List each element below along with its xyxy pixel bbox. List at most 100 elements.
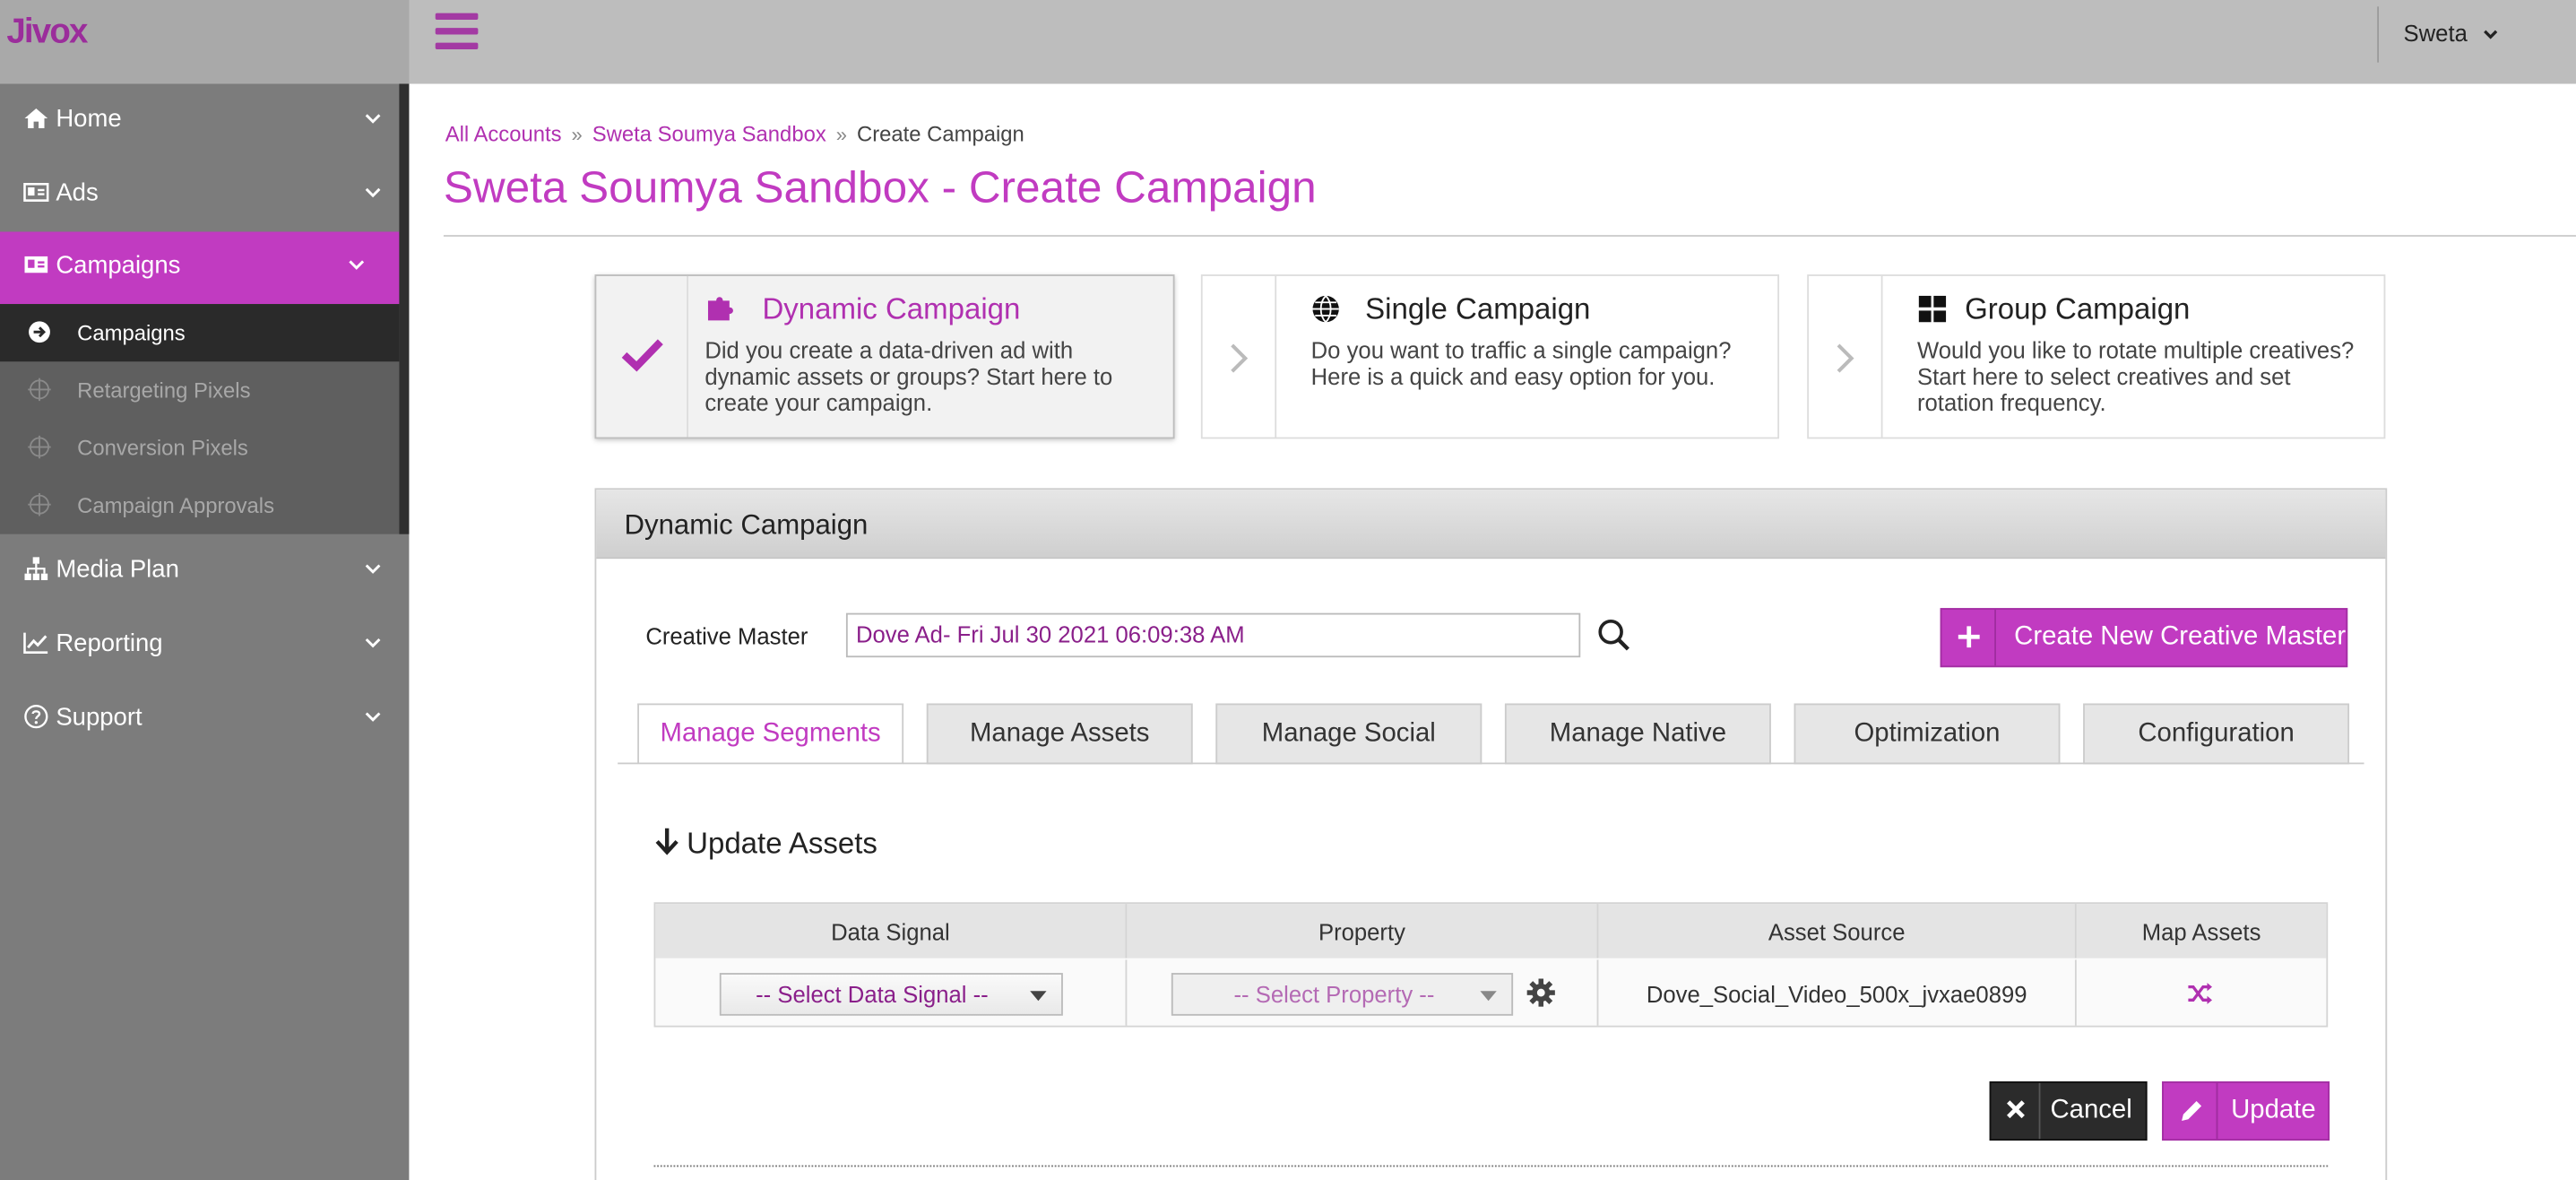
search-icon[interactable] (1597, 618, 1631, 652)
globe-icon (1312, 295, 1339, 323)
button-label: Create New Creative Master (2014, 622, 2347, 651)
tab-manage-segments[interactable]: Manage Segments (637, 703, 904, 765)
sidebar-item-label: Reporting (56, 629, 163, 658)
table-cell: -- Select Property -- (1127, 959, 1599, 1026)
caret-down-icon (1030, 991, 1047, 1002)
id-card-icon (23, 183, 49, 202)
card-dynamic-campaign[interactable]: Dynamic Campaign Did you create a data-d… (594, 274, 1175, 439)
tab-optimization[interactable]: Optimization (1794, 703, 2061, 765)
caret-down-icon (1480, 991, 1497, 1002)
sidebar-item-support[interactable]: Support (0, 683, 409, 756)
submenu-item-campaigns[interactable]: Campaigns (0, 304, 400, 362)
sidebar-item-home[interactable]: Home (0, 85, 409, 158)
update-button[interactable]: Update (2162, 1081, 2330, 1141)
column-header: Data Signal (655, 904, 1128, 959)
sidebar-item-ads[interactable]: Ads (0, 160, 409, 232)
sidebar-item-campaigns[interactable]: Campaigns (0, 231, 400, 305)
chevron-right-icon (1837, 343, 1854, 373)
grid-icon (1918, 295, 1947, 323)
card-title: Single Campaign (1365, 292, 1591, 325)
shuffle-icon[interactable] (2187, 981, 2215, 1005)
card-description: Would you like to rotate multiple creati… (1916, 336, 2355, 416)
breadcrumb-separator: » (835, 123, 848, 147)
chevron-down-icon (365, 712, 381, 722)
campaigns-submenu: Campaigns Retargeting Pixels Conversion … (0, 304, 400, 534)
tab-manage-assets[interactable]: Manage Assets (926, 703, 1193, 765)
breadcrumb: All Accounts » Sweta Soumya Sandbox » Create… (445, 122, 1024, 146)
user-menu[interactable]: Sweta (2404, 20, 2468, 46)
tab-underline (618, 762, 2364, 765)
chevron-down-icon (349, 260, 365, 270)
chevron-down-icon[interactable] (2483, 26, 2499, 42)
tab-manage-social[interactable]: Manage Social (1215, 703, 1482, 765)
card-group-campaign[interactable]: Group Campaign Would you like to rotate … (1807, 274, 2386, 439)
card-selector (1203, 275, 1277, 438)
submenu-item-conversion-pixels[interactable]: Conversion Pixels (0, 419, 399, 476)
card-title: Group Campaign (1965, 292, 2191, 325)
tab-manage-native[interactable]: Manage Native (1504, 703, 1771, 765)
submenu-item-retargeting-pixels[interactable]: Retargeting Pixels (0, 361, 399, 419)
card-description: Did you create a data-driven ad with dyn… (705, 336, 1113, 416)
table-cell: -- Select Data Signal -- (655, 959, 1128, 1026)
submenu-item-label: Campaign Approvals (77, 492, 275, 518)
dotted-divider (653, 1165, 2329, 1167)
assets-table: Data Signal Property Asset Source Map As… (653, 902, 2329, 1028)
submenu-item-label: Conversion Pixels (77, 435, 248, 461)
breadcrumb-all-accounts[interactable]: All Accounts (445, 122, 562, 146)
chevron-right-icon (1231, 343, 1249, 373)
cancel-button[interactable]: Cancel (1989, 1081, 2148, 1141)
sidebar-item-label: Media Plan (56, 555, 179, 584)
submenu-item-label: Retargeting Pixels (77, 377, 251, 403)
sidebar-scrollbar[interactable] (399, 83, 410, 534)
page-title: Sweta Soumya Sandbox - Create Campaign (443, 162, 1317, 213)
section-title[interactable]: Update Assets (687, 827, 877, 861)
crosshair-icon (28, 492, 51, 516)
creative-master-label: Creative Master (645, 622, 808, 649)
chevron-down-icon (365, 187, 381, 198)
sidebar-item-label: Campaigns (56, 251, 181, 280)
panel-title: Dynamic Campaign (624, 509, 869, 542)
sitemap-icon (24, 557, 48, 581)
table-cell (2077, 959, 2327, 1025)
jivox-logo[interactable]: Jivox (6, 13, 88, 53)
card-description: Do you want to traffic a single campaign… (1310, 336, 1732, 390)
sidebar-item-reporting[interactable]: Reporting (0, 610, 409, 682)
sidebar-item-label: Support (56, 703, 143, 732)
checkmark-icon (621, 339, 663, 372)
divider (443, 235, 2576, 237)
property-select[interactable]: -- Select Property -- (1171, 973, 1514, 1016)
card-selector (1809, 275, 1883, 438)
table-cell-asset-source: Dove_Social_Video_500x_jvxae0899 (1598, 959, 2077, 1026)
creative-master-input[interactable]: Dove Ad- Fri Jul 30 2021 06:09:38 AM (845, 612, 1581, 658)
question-circle-icon (24, 705, 48, 729)
top-bar: Sweta (409, 0, 2576, 84)
submenu-item-label: Campaigns (77, 320, 186, 345)
panel-header: Dynamic Campaign (596, 490, 2386, 560)
select-value: -- Select Property -- (1233, 981, 1435, 1008)
card-title: Dynamic Campaign (762, 292, 1021, 325)
hamburger-menu-icon[interactable] (435, 13, 479, 56)
create-new-creative-master-button[interactable]: Create New Creative Master (1940, 608, 2348, 668)
gear-icon[interactable] (1526, 978, 1556, 1008)
line-chart-icon (23, 632, 48, 654)
button-label: Update (2231, 1096, 2316, 1124)
button-label: Cancel (2050, 1096, 2132, 1124)
data-signal-select[interactable]: -- Select Data Signal -- (719, 973, 1063, 1016)
puzzle-icon (707, 297, 733, 321)
chevron-down-icon (365, 638, 381, 648)
chevron-down-icon (365, 564, 381, 574)
column-header: Map Assets (2076, 904, 2327, 959)
arrow-down-icon[interactable] (653, 827, 679, 856)
plus-icon (1941, 610, 1996, 666)
card-selector (596, 275, 688, 438)
card-single-campaign[interactable]: Single Campaign Do you want to traffic a… (1200, 274, 1780, 439)
sidebar-item-media-plan[interactable]: Media Plan (0, 536, 409, 609)
divider (2377, 6, 2380, 63)
close-icon (1991, 1082, 2041, 1140)
dynamic-campaign-panel: Dynamic Campaign Creative Master Dove Ad… (594, 488, 2388, 1180)
tab-configuration[interactable]: Configuration (2083, 703, 2350, 765)
breadcrumb-account[interactable]: Sweta Soumya Sandbox (592, 122, 826, 146)
arrow-circle-right-icon (29, 321, 50, 343)
submenu-item-campaign-approvals[interactable]: Campaign Approvals (0, 477, 399, 534)
crosshair-icon (28, 435, 51, 459)
